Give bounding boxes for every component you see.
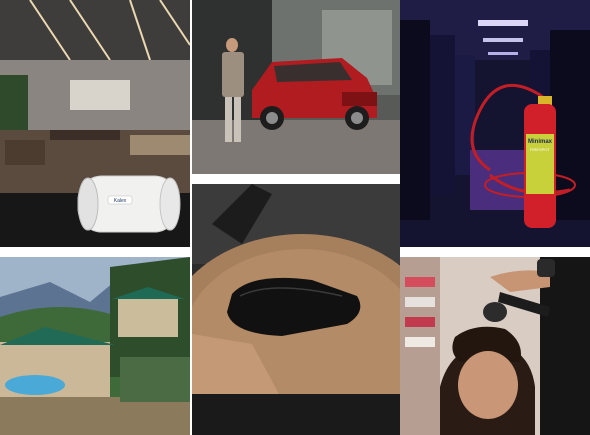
hillside-resort-image [0,257,190,435]
office-fan-image: Kalex [0,0,190,247]
gallery-tile-hillside-resort[interactable] [0,257,190,435]
gallery-tile-fire-extinguisher[interactable]: Minimax FIRESPOT [400,0,590,247]
extinguisher-brand-label: Minimax [528,139,553,145]
gallery-tile-leather-pouch[interactable] [192,184,400,435]
fire-extinguisher-image: Minimax FIRESPOT [400,0,590,247]
hair-salon-image [400,257,590,435]
pickup-truck-image [192,0,400,174]
fan-brand-label: Kalex [114,198,127,204]
gallery-tile-hair-salon[interactable] [400,257,590,435]
gallery-tile-pickup-truck[interactable] [192,0,400,174]
gallery-tile-office-fan[interactable]: Kalex [0,0,190,247]
extinguisher-product-label: FIRESPOT [530,147,551,152]
leather-pouch-image [192,184,400,435]
